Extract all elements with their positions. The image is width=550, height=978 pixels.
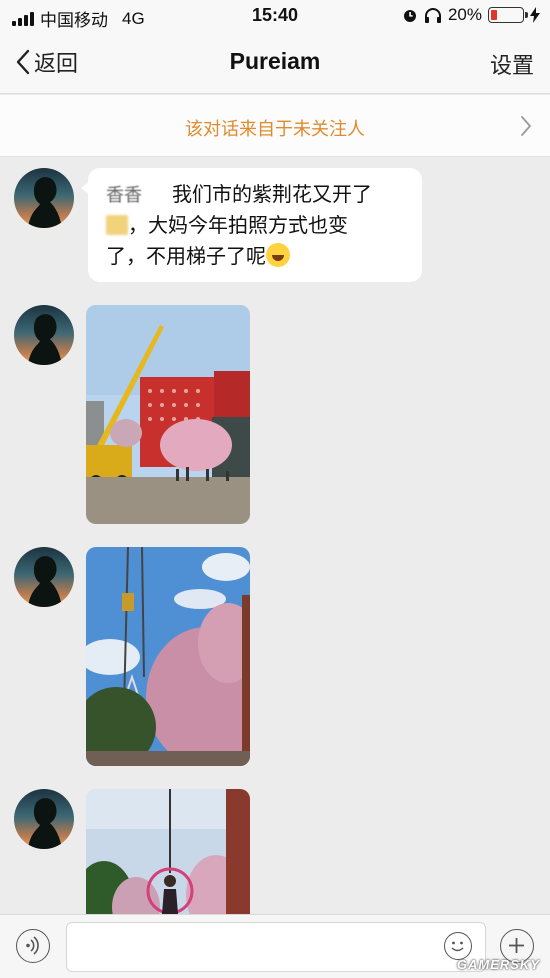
smiley-icon	[451, 941, 464, 952]
message-line-1: 香香 我们市的紫荆花又开了	[106, 180, 406, 211]
stranger-notice-banner[interactable]: 该对话来自于未关注人	[0, 95, 550, 157]
conversation-title: Pureiam	[229, 48, 321, 74]
photo-crane-building	[86, 305, 250, 524]
sender-avatar[interactable]	[14, 547, 74, 607]
voice-icon	[26, 936, 39, 955]
message-input[interactable]	[66, 922, 486, 972]
image-message-crane-building[interactable]	[86, 305, 250, 524]
headphones-icon	[424, 8, 441, 23]
blurred-emoji-icon	[106, 215, 128, 235]
photo-woman-in-ring	[86, 789, 250, 914]
alarm-icon	[403, 10, 416, 22]
photo-crane-hook-trees	[86, 547, 250, 766]
message-line-2: ，大妈今年拍照方式也变	[106, 211, 406, 242]
sender-avatar[interactable]	[14, 789, 74, 849]
voice-button[interactable]	[16, 929, 50, 963]
sender-avatar[interactable]	[14, 305, 74, 365]
battery-level	[491, 10, 497, 20]
image-message-crane-hook[interactable]	[86, 547, 250, 766]
chevron-right-icon	[521, 116, 532, 136]
notice-text: 该对话来自于未关注人	[185, 119, 365, 139]
laugh-cry-emoji-icon	[266, 243, 290, 267]
blurred-name: 香香	[106, 185, 142, 205]
message-line-3: 了，不用梯子了呢	[106, 242, 406, 273]
image-message-woman-ring[interactable]	[86, 789, 250, 914]
charging-icon	[530, 7, 540, 23]
text-message-bubble[interactable]: 香香 我们市的紫荆花又开了 ，大妈今年拍照方式也变 了，不用梯子了呢	[81, 168, 422, 282]
settings-button[interactable]: 设置	[490, 48, 534, 80]
sender-avatar[interactable]	[14, 168, 74, 228]
emoji-button[interactable]	[444, 932, 472, 960]
nav-bar: 返回 Pureiam 设置	[0, 32, 550, 94]
input-bar: GAMERSKY	[0, 914, 550, 978]
status-right: 20%	[402, 5, 540, 25]
battery-percent: 20%	[447, 5, 482, 24]
watermark: GAMERSKY	[456, 957, 540, 972]
battery-icon	[488, 7, 528, 23]
status-bar: 中国移动 4G 15:40 20%	[0, 0, 550, 32]
